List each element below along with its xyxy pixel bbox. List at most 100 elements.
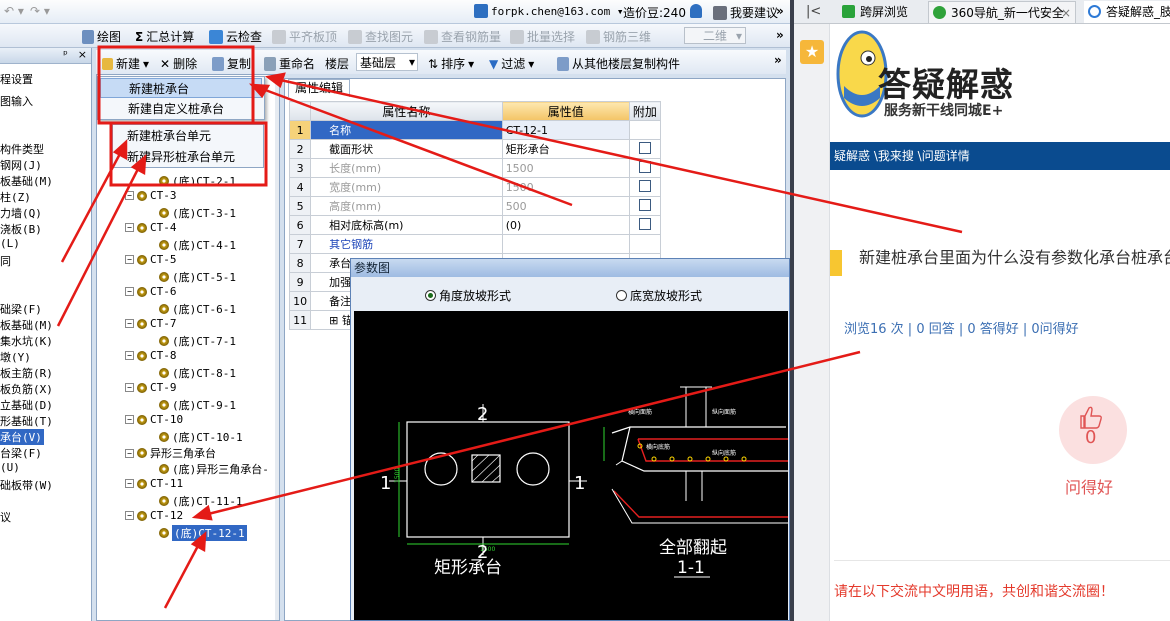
undo-icon[interactable]: ↶ ▾ [4,4,24,18]
collapse-icon[interactable]: − [125,448,134,458]
tree-node[interactable]: − CT-4 [125,221,177,234]
tree-node[interactable]: (底)CT-8-1 [159,365,236,381]
nav-item[interactable]: 程设置 [0,71,33,87]
nav-item[interactable]: 墩(Y) [0,349,31,365]
expand-icon[interactable]: » [776,4,784,18]
nav-item[interactable]: 浇板(B) [0,221,42,237]
nav-item[interactable]: 图输入 [0,93,33,109]
rename-button[interactable]: 重命名 [264,55,315,72]
collapse-icon[interactable]: − [125,351,134,360]
tree-node[interactable]: (底)CT-3-1 [159,205,236,221]
tree-node[interactable]: (底)CT-2-1 [159,173,236,189]
back-icon[interactable]: |< [806,4,821,19]
tab-qa-page[interactable]: 答疑解惑_肢 [1084,1,1170,23]
tree-node[interactable]: (底)CT-4-1 [159,237,236,253]
property-value[interactable]: 矩形承台 [501,139,630,159]
nav-item[interactable]: 立基础(D) [0,397,53,413]
radio-angle-slope[interactable]: 角度放坡形式 [425,287,511,304]
cloud-check-button[interactable]: 云检查 [209,28,262,45]
nav-item[interactable]: 板负筋(X) [0,381,53,397]
nav-item[interactable]: 础梁(F) [0,301,42,317]
tree-node[interactable]: (底)CT-10-1 [159,429,243,445]
property-value[interactable]: 1500 [501,158,630,178]
tree-node[interactable]: (底)CT-11-1 [159,493,243,509]
find-element-button[interactable]: 查找图元 [348,28,413,45]
nav-item[interactable]: 同 [0,253,11,269]
nav-item[interactable]: 集水坑(K) [0,333,53,349]
collapse-icon[interactable]: − [125,287,134,296]
rebar-3d-button[interactable]: 钢筋三维 [586,28,651,45]
extra-checkbox[interactable] [638,179,651,192]
property-value[interactable]: 500 [501,196,630,216]
nav-item[interactable]: 形基础(T) [0,413,53,429]
nav-item[interactable]: 板主筋(R) [0,365,53,381]
tree-node[interactable]: (底)CT-5-1 [159,269,236,285]
tree-scrollbar[interactable] [275,75,279,620]
tree-node[interactable]: (底)CT-12-1 [159,525,247,541]
extra-checkbox[interactable] [638,141,651,154]
floor-select[interactable]: 基础层 ▾ [356,53,418,71]
property-row[interactable]: 1 名称 CT-12-1 [288,120,662,140]
extra-checkbox[interactable] [638,217,651,230]
nav-item[interactable]: 板基础(M) [0,173,53,189]
property-value[interactable] [501,234,630,254]
radio-bottom-width-slope[interactable]: 底宽放坡形式 [616,287,702,304]
tree-node[interactable]: − CT-9 [125,381,177,394]
tree-node[interactable]: − CT-8 [125,349,177,362]
property-row[interactable]: 6 相对底标高(m) (0) [288,215,662,235]
delete-button[interactable]: ✕ 删除 [160,55,197,72]
copy-button[interactable]: 复制 [212,55,251,72]
tree-node[interactable]: (底)CT-7-1 [159,333,236,349]
expand-toolbar-icon[interactable]: » [776,28,784,42]
nav-item[interactable]: (L) [0,237,20,250]
tree-node[interactable]: − CT-11 [125,477,183,490]
nav-item[interactable]: 柱(Z) [0,189,31,205]
property-row[interactable]: 3 长度(mm) 1500 [288,158,662,178]
property-value[interactable]: CT-12-1 [501,120,630,140]
property-row[interactable]: 4 宽度(mm) 1500 [288,177,662,197]
star-icon[interactable]: ★ [800,40,824,64]
nav-item[interactable]: 础板带(W) [0,477,53,493]
sum-button[interactable]: Σ 汇总计算 [135,28,194,45]
extra-checkbox[interactable] [638,160,651,173]
collapse-icon[interactable]: − [125,415,134,424]
menu-new-pile-cap-unit[interactable]: 新建桩承台单元 [113,126,263,146]
batch-select-button[interactable]: 批量选择 [510,28,575,45]
nav-item[interactable]: 台梁(F) [0,445,42,461]
collapse-icon[interactable]: − [125,511,134,520]
breadcrumb[interactable]: 疑解惑 \我来搜 \问题详情 [830,142,1170,170]
tree-node[interactable]: − CT-12 [125,509,183,522]
tree-node[interactable]: (底)CT-9-1 [159,397,236,413]
nav-item[interactable]: 钢网(J) [0,157,42,173]
collapse-icon[interactable]: − [125,479,134,488]
tree-node[interactable]: − 异形三角承台 [125,445,216,461]
menu-new-irregular-cap-unit[interactable]: 新建异形桩承台单元 [113,147,263,167]
tree-node[interactable]: (底)CT-6-1 [159,301,236,317]
tree-node[interactable]: − CT-6 [125,285,177,298]
nav-item[interactable]: 承台(V) [0,429,44,445]
menu-new-custom-pile-cap[interactable]: 新建自定义桩承台 [100,99,262,119]
nav-item[interactable]: (U) [0,461,20,474]
property-row[interactable]: 7 其它钢筋 [288,234,662,254]
copy-from-floor-button[interactable]: 从其他楼层复制构件 [557,55,680,72]
collapse-icon[interactable]: − [125,191,134,200]
collapse-icon[interactable]: − [125,383,134,392]
filter-button[interactable]: ▼ 过滤 ▾ [489,55,534,72]
nav-item[interactable]: 板基础(M) [0,317,53,333]
draw-button[interactable]: 绘图 [82,28,121,45]
tab-cross-screen[interactable]: 跨屏浏览 [838,1,920,23]
close-icon[interactable]: × [78,48,87,63]
sort-button[interactable]: ⇅ 排序 ▾ [428,55,474,72]
new-button[interactable]: 新建 ▾ [102,55,149,72]
menu-new-pile-cap[interactable]: 新建桩承台 [100,78,262,98]
notify-icon[interactable] [690,4,702,18]
collapse-icon[interactable]: − [125,255,134,264]
property-row[interactable]: 5 高度(mm) 500 [288,196,662,216]
flat-slab-button[interactable]: 平齐板顶 [272,28,337,45]
tab-property-edit[interactable]: 属性编辑 [288,79,351,97]
tree-node[interactable]: − CT-10 [125,413,183,426]
tab-360-nav[interactable]: 360导航_新一代安全 × [928,1,1076,23]
view-mode-select[interactable]: 二维 ▾ [684,27,746,44]
user-account[interactable]: forpk.chen@163.com ▾ [474,4,623,18]
tree-node[interactable]: − CT-3 [125,189,177,202]
